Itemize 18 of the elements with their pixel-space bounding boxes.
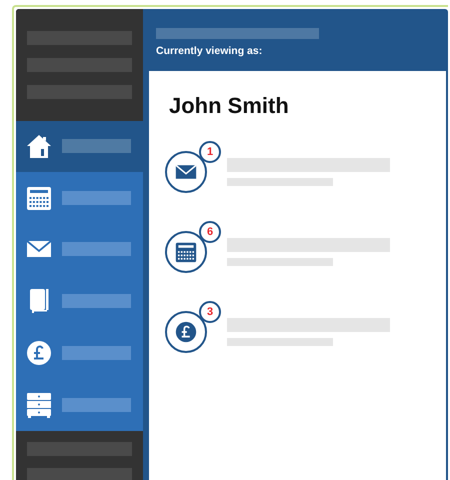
placeholder-bar bbox=[62, 346, 131, 360]
drawers-icon bbox=[26, 392, 52, 418]
user-name: John Smith bbox=[169, 93, 290, 119]
placeholder-bar bbox=[62, 190, 131, 205]
sidebar-item[interactable] bbox=[16, 120, 143, 172]
calendar-icon bbox=[26, 184, 52, 211]
count-badge: 3 bbox=[199, 301, 221, 323]
placeholder-bar bbox=[62, 294, 131, 308]
placeholder-bar bbox=[62, 242, 131, 256]
calendar-icon bbox=[175, 241, 197, 263]
count-badge: 1 bbox=[199, 141, 221, 163]
viewing-label: Currently viewing as: bbox=[156, 45, 264, 57]
home-icon bbox=[26, 133, 52, 160]
count-badge: 6 bbox=[199, 221, 221, 243]
pound-icon bbox=[26, 340, 52, 366]
pound-icon bbox=[175, 321, 197, 343]
placeholder-bar bbox=[62, 398, 131, 412]
placeholder-bar bbox=[62, 139, 131, 154]
